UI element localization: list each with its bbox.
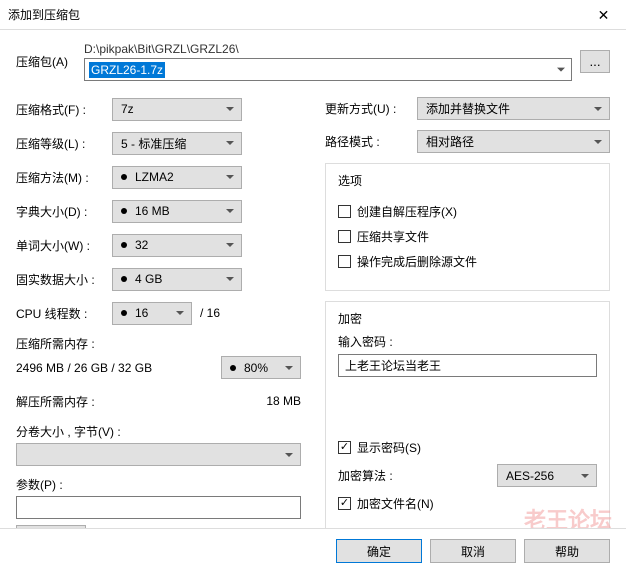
options-fieldset: 选项 创建自解压程序(X) 压缩共享文件 操作完成后删除源文件 <box>325 163 610 291</box>
encrypt-fieldset: 加密 输入密码 : 显示密码(S) 加密算法 : AES-256 加密文件名(N… <box>325 301 610 535</box>
compress-mem-value: 2496 MB / 26 GB / 32 GB <box>16 361 152 375</box>
columns: 压缩格式(F) : 7z 压缩等级(L) : 5 - 标准压缩 压缩方法(M) … <box>16 97 610 549</box>
pathmode-label: 路径模式 : <box>325 133 405 150</box>
word-row: 单词大小(W) : 32 <box>16 233 301 257</box>
archive-filename-input[interactable]: GRZL26-1.7z <box>84 58 572 81</box>
password-input[interactable] <box>338 354 597 377</box>
archive-filename: GRZL26-1.7z <box>89 62 165 78</box>
params-label: 参数(P) : <box>16 476 301 493</box>
dialog-content: 压缩包(A) D:\pikpak\Bit\GRZL\GRZL26\ GRZL26… <box>0 30 626 557</box>
dict-row: 字典大小(D) : 16 MB <box>16 199 301 223</box>
compress-mem-label: 压缩所需内存 : <box>16 335 95 352</box>
format-label: 压缩格式(F) : <box>16 101 112 118</box>
cpu-row: CPU 线程数 : 16 / 16 <box>16 301 301 325</box>
encryptnames-row: 加密文件名(N) <box>338 495 597 512</box>
sfx-row: 创建自解压程序(X) <box>338 203 597 220</box>
spacer <box>338 377 597 431</box>
word-label: 单词大小(W) : <box>16 237 112 254</box>
bullet-icon <box>121 242 127 248</box>
showpwd-label: 显示密码(S) <box>357 439 421 456</box>
dict-label: 字典大小(D) : <box>16 203 112 220</box>
bullet-icon <box>230 365 236 371</box>
update-label: 更新方式(U) : <box>325 100 405 117</box>
word-select[interactable]: 32 <box>112 234 242 257</box>
showpwd-checkbox[interactable] <box>338 441 351 454</box>
delete-checkbox[interactable] <box>338 255 351 268</box>
format-row: 压缩格式(F) : 7z <box>16 97 301 121</box>
cpu-select[interactable]: 16 <box>112 302 192 325</box>
params-row: 参数(P) : <box>16 476 301 519</box>
level-label: 压缩等级(L) : <box>16 135 112 152</box>
mem-percent-select[interactable]: 80% <box>221 356 301 379</box>
volume-label: 分卷大小 , 字节(V) : <box>16 423 301 440</box>
window-title: 添加到压缩包 <box>8 6 80 23</box>
algo-label: 加密算法 : <box>338 467 485 484</box>
solid-select[interactable]: 4 GB <box>112 268 242 291</box>
dict-select[interactable]: 16 MB <box>112 200 242 223</box>
bullet-icon <box>121 276 127 282</box>
showpwd-row: 显示密码(S) <box>338 439 597 456</box>
algo-select[interactable]: AES-256 <box>497 464 597 487</box>
algo-row: 加密算法 : AES-256 <box>338 464 597 487</box>
cpu-label: CPU 线程数 : <box>16 305 112 322</box>
bullet-icon <box>121 310 127 316</box>
share-checkbox[interactable] <box>338 230 351 243</box>
format-select[interactable]: 7z <box>112 98 242 121</box>
params-input[interactable] <box>16 496 301 519</box>
share-row: 压缩共享文件 <box>338 228 597 245</box>
delete-row: 操作完成后删除源文件 <box>338 253 597 270</box>
decompress-mem-label: 解压所需内存 : <box>16 393 95 410</box>
bullet-icon <box>121 174 127 180</box>
method-label: 压缩方法(M) : <box>16 169 112 186</box>
share-label: 压缩共享文件 <box>357 228 429 245</box>
pathmode-select[interactable]: 相对路径 <box>417 130 610 153</box>
solid-label: 固实数据大小 : <box>16 271 112 288</box>
browse-button[interactable]: ... <box>580 50 610 73</box>
pathmode-row: 路径模式 : 相对路径 <box>325 130 610 153</box>
decompress-mem-row: 解压所需内存 : 18 MB <box>16 389 301 413</box>
close-icon: ✕ <box>598 7 610 24</box>
ellipsis-icon: ... <box>589 54 600 69</box>
help-button[interactable]: 帮助 <box>524 539 610 563</box>
volume-select[interactable] <box>16 443 301 466</box>
solid-row: 固实数据大小 : 4 GB <box>16 267 301 291</box>
archive-row: 压缩包(A) D:\pikpak\Bit\GRZL\GRZL26\ GRZL26… <box>16 42 610 81</box>
titlebar: 添加到压缩包 ✕ <box>0 0 626 30</box>
close-button[interactable]: ✕ <box>581 0 626 30</box>
archive-field: D:\pikpak\Bit\GRZL\GRZL26\ GRZL26-1.7z <box>84 42 572 81</box>
archive-path: D:\pikpak\Bit\GRZL\GRZL26\ <box>84 42 572 56</box>
update-select[interactable]: 添加并替换文件 <box>417 97 610 120</box>
sfx-checkbox[interactable] <box>338 205 351 218</box>
sfx-label: 创建自解压程序(X) <box>357 203 457 220</box>
method-select[interactable]: LZMA2 <box>112 166 242 189</box>
bullet-icon <box>121 208 127 214</box>
right-column: 更新方式(U) : 添加并替换文件 路径模式 : 相对路径 选项 创建自解压程序… <box>325 97 610 549</box>
compress-mem-row: 压缩所需内存 : 2496 MB / 26 GB / 32 GB 80% <box>16 335 301 379</box>
level-select[interactable]: 5 - 标准压缩 <box>112 132 242 155</box>
decompress-mem-value: 18 MB <box>266 394 301 408</box>
encrypt-title: 加密 <box>334 310 366 327</box>
cancel-button[interactable]: 取消 <box>430 539 516 563</box>
dialog-buttons: 确定 取消 帮助 <box>0 528 626 573</box>
cpu-total: / 16 <box>200 306 220 320</box>
volume-row: 分卷大小 , 字节(V) : <box>16 423 301 466</box>
level-row: 压缩等级(L) : 5 - 标准压缩 <box>16 131 301 155</box>
archive-label: 压缩包(A) <box>16 53 76 70</box>
options-title: 选项 <box>334 172 366 189</box>
encryptnames-checkbox[interactable] <box>338 497 351 510</box>
password-label: 输入密码 : <box>338 333 597 350</box>
ok-button[interactable]: 确定 <box>336 539 422 563</box>
left-column: 压缩格式(F) : 7z 压缩等级(L) : 5 - 标准压缩 压缩方法(M) … <box>16 97 301 549</box>
update-row: 更新方式(U) : 添加并替换文件 <box>325 97 610 120</box>
encryptnames-label: 加密文件名(N) <box>357 495 434 512</box>
delete-label: 操作完成后删除源文件 <box>357 253 477 270</box>
method-row: 压缩方法(M) : LZMA2 <box>16 165 301 189</box>
